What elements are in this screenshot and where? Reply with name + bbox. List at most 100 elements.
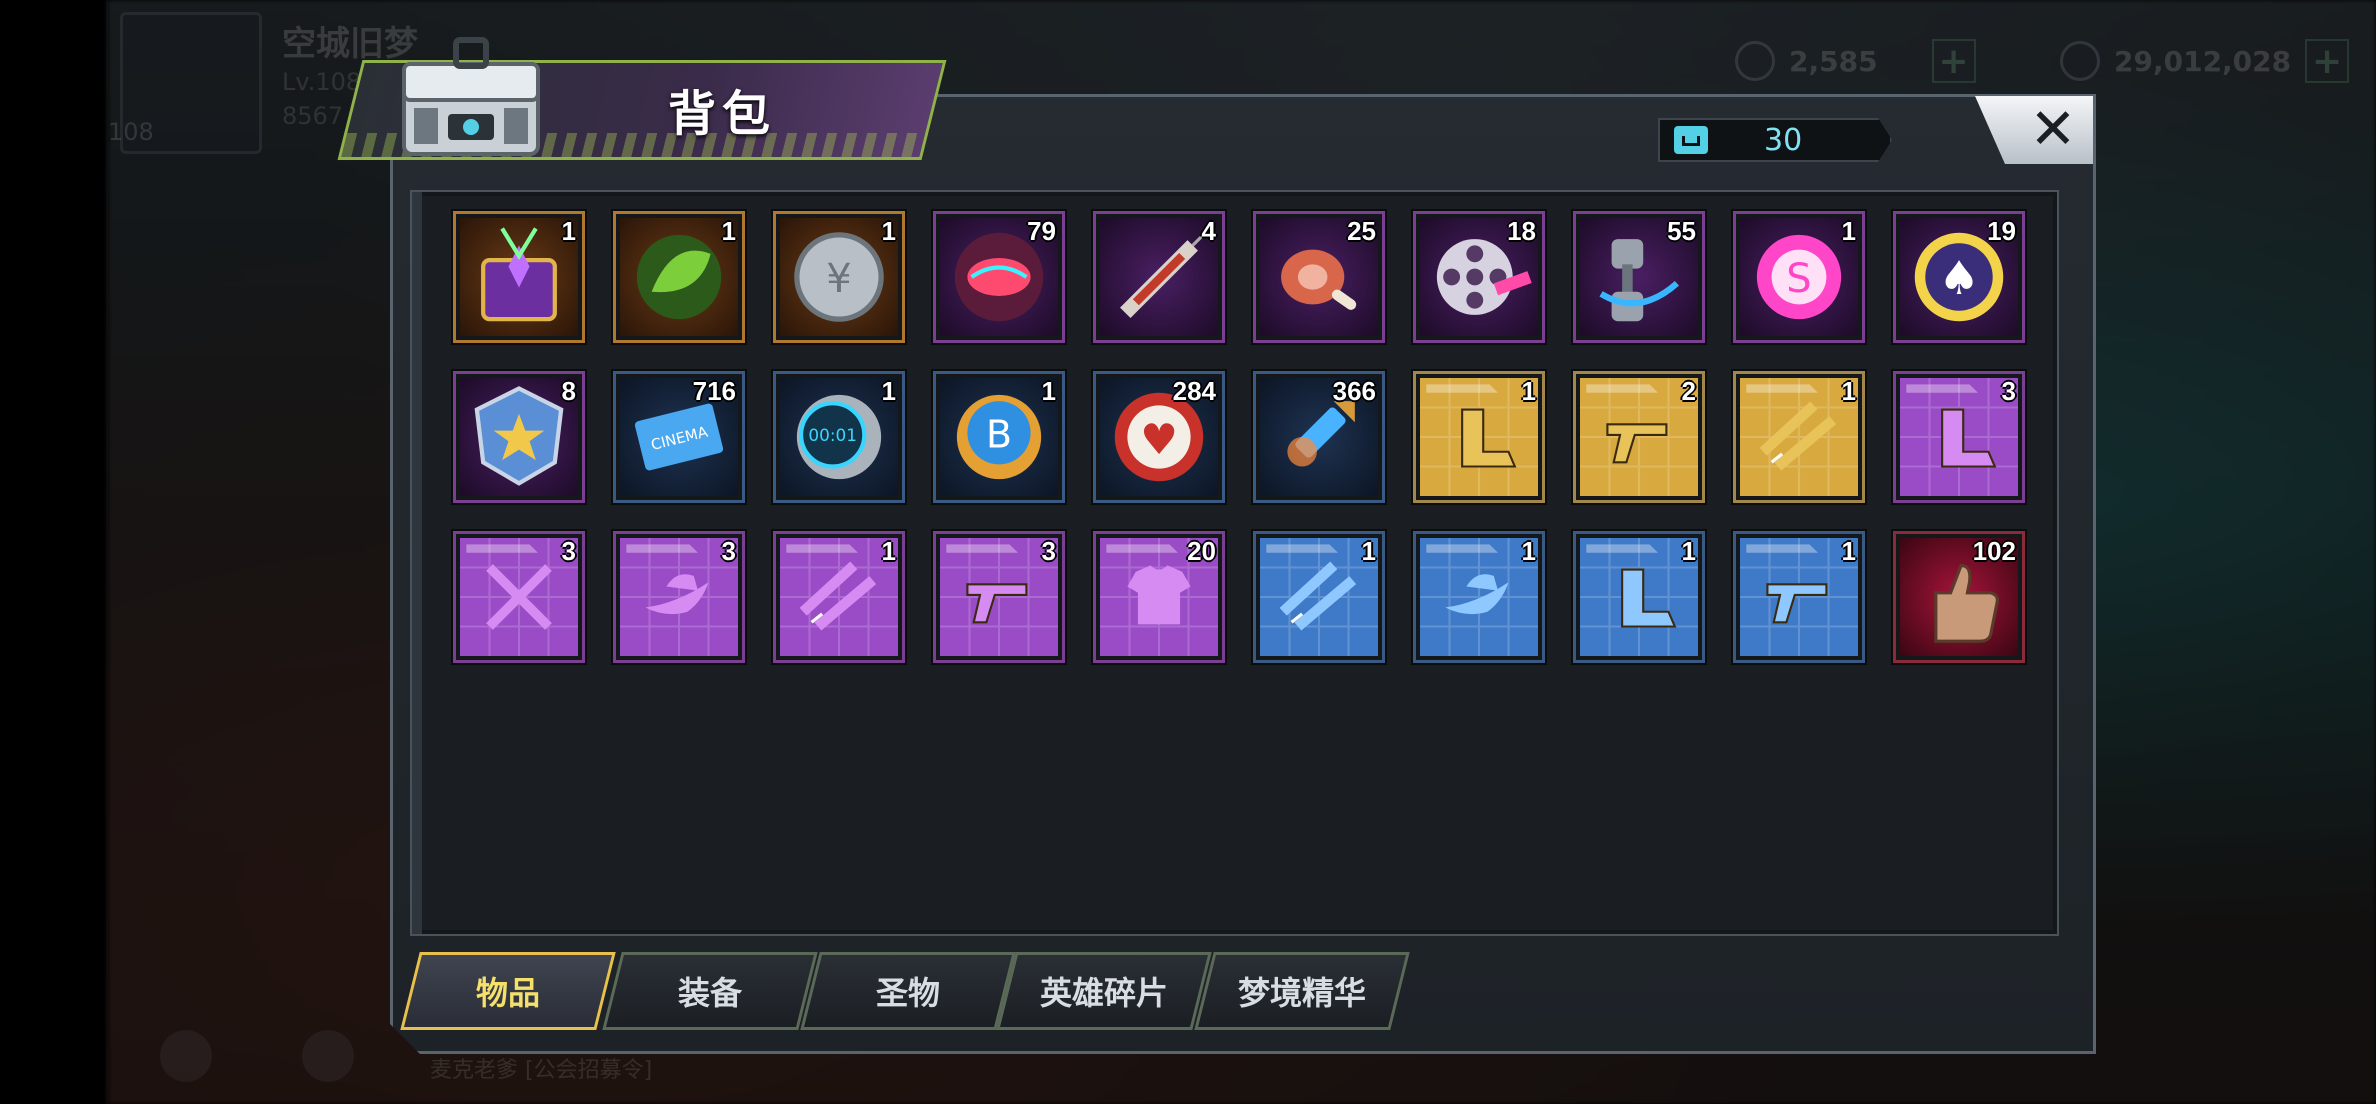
timer-coin-icon: 00:01	[780, 378, 898, 496]
item-count: 1	[1521, 536, 1536, 566]
item-count: 1	[561, 216, 576, 246]
item-slot[interactable]: 1	[611, 209, 747, 345]
item-slot[interactable]: 00:01 1	[771, 369, 907, 505]
item-slot[interactable]: 102	[1891, 529, 2027, 665]
item-count: 20	[1187, 536, 1216, 566]
backpack-chest-icon	[402, 37, 540, 156]
item-count: 1	[1681, 536, 1696, 566]
pink-cap-icon: S	[1740, 218, 1858, 336]
item-slot[interactable]: 1	[1731, 369, 1867, 505]
item-slot[interactable]: ♥ 284	[1091, 369, 1227, 505]
item-count: 1	[1041, 376, 1056, 406]
panel-title: 背包	[668, 86, 777, 142]
item-slot[interactable]: 1	[1571, 529, 1707, 665]
purple-glasses-blueprint-icon	[780, 538, 898, 656]
blue-hat-blueprint-icon	[1420, 538, 1538, 656]
item-count: 79	[1027, 216, 1056, 246]
tab-0[interactable]: 物品	[400, 952, 616, 1030]
item-slot[interactable]: 18	[1411, 209, 1547, 345]
item-count: 25	[1347, 216, 1376, 246]
svg-text:♠: ♠	[1938, 251, 1980, 305]
item-slot[interactable]: 79	[931, 209, 1067, 345]
police-badge-icon	[460, 378, 578, 496]
item-count: 3	[721, 536, 736, 566]
item-slot[interactable]: 3	[611, 529, 747, 665]
green-leaf-icon	[620, 218, 738, 336]
item-count: 55	[1667, 216, 1696, 246]
item-count: 19	[1987, 216, 2016, 246]
purple-hat-blueprint-icon	[620, 538, 738, 656]
tab-4[interactable]: 梦境精华	[1194, 952, 1410, 1030]
item-slot[interactable]: 55	[1571, 209, 1707, 345]
item-slot[interactable]: B1	[931, 369, 1067, 505]
item-slot[interactable]: S1	[1731, 209, 1867, 345]
item-count: 284	[1172, 376, 1216, 406]
item-count: 4	[1201, 216, 1216, 246]
item-count: 1	[881, 536, 896, 566]
tab-label: 装备	[677, 974, 742, 1012]
capacity-value: 30	[1764, 122, 1803, 158]
item-slot[interactable]: 8	[451, 369, 587, 505]
svg-text:B: B	[986, 413, 1012, 457]
item-slot[interactable]: ♠ 19	[1891, 209, 2027, 345]
item-count: 1	[1841, 216, 1856, 246]
item-count: 8	[561, 376, 576, 406]
silver-coin-icon: ¥	[780, 218, 898, 336]
item-slot[interactable]: 25	[1251, 209, 1387, 345]
tab-label: 圣物	[875, 974, 940, 1012]
svg-text:♥: ♥	[1140, 415, 1178, 464]
item-count: 1	[1841, 376, 1856, 406]
item-count: 1	[881, 216, 896, 246]
item-slot[interactable]: 3	[1891, 369, 2027, 505]
tab-1[interactable]: 装备	[602, 952, 818, 1030]
item-count: 2	[1681, 376, 1696, 406]
gold-glasses-blueprint-icon	[1740, 378, 1858, 496]
item-count: 3	[1041, 536, 1056, 566]
tab-label: 物品	[475, 974, 540, 1012]
svg-text:00:01: 00:01	[808, 425, 857, 445]
item-count: 366	[1332, 376, 1376, 406]
item-slot[interactable]: 1	[771, 529, 907, 665]
mystery-chest-icon	[460, 218, 578, 336]
item-slot[interactable]: 20	[1091, 529, 1227, 665]
item-count: 1	[1361, 536, 1376, 566]
tab-label: 梦境精华	[1237, 974, 1366, 1012]
item-count: 1	[881, 376, 896, 406]
blue-revolver-blueprint-icon	[1740, 538, 1858, 656]
close-icon: ✕	[2029, 97, 2077, 162]
item-slot[interactable]: 3	[451, 529, 587, 665]
purple-boot-blueprint-icon	[1900, 378, 2018, 496]
item-count: 1	[1521, 376, 1536, 406]
item-slot[interactable]: 1	[1411, 369, 1547, 505]
item-slot[interactable]: 1	[1251, 529, 1387, 665]
item-count: 3	[2001, 376, 2016, 406]
item-count: 716	[692, 376, 736, 406]
syringe-icon	[1100, 218, 1218, 336]
item-slot[interactable]: 1	[451, 209, 587, 345]
gold-boot-blueprint-icon	[1420, 378, 1538, 496]
item-slot[interactable]: 4	[1091, 209, 1227, 345]
item-slot[interactable]: CINEMA 716	[611, 369, 747, 505]
tab-2[interactable]: 圣物	[800, 952, 1016, 1030]
tab-3[interactable]: 英雄碎片	[996, 952, 1212, 1030]
blue-glasses-blueprint-icon	[1260, 538, 1378, 656]
svg-text:¥: ¥	[826, 256, 851, 302]
blue-boot-blueprint-icon	[1580, 538, 1698, 656]
svg-text:S: S	[1786, 256, 1811, 302]
purple-revolver-blueprint-icon	[940, 538, 1058, 656]
item-count: 3	[561, 536, 576, 566]
item-slot[interactable]: 366	[1251, 369, 1387, 505]
item-count: 102	[1972, 536, 2016, 566]
item-slot[interactable]: ¥1	[771, 209, 907, 345]
item-count: 18	[1507, 216, 1536, 246]
blue-b-cap-icon: B	[940, 378, 1058, 496]
purple-swords-blueprint-icon	[460, 538, 578, 656]
item-slot[interactable]: 3	[931, 529, 1067, 665]
item-count: 1	[1841, 536, 1856, 566]
item-count: 1	[721, 216, 736, 246]
item-slot[interactable]: 1	[1411, 529, 1547, 665]
item-slot[interactable]: 2	[1571, 369, 1707, 505]
gold-revolver-blueprint-icon	[1580, 378, 1698, 496]
tab-label: 英雄碎片	[1039, 974, 1168, 1012]
item-slot[interactable]: 1	[1731, 529, 1867, 665]
